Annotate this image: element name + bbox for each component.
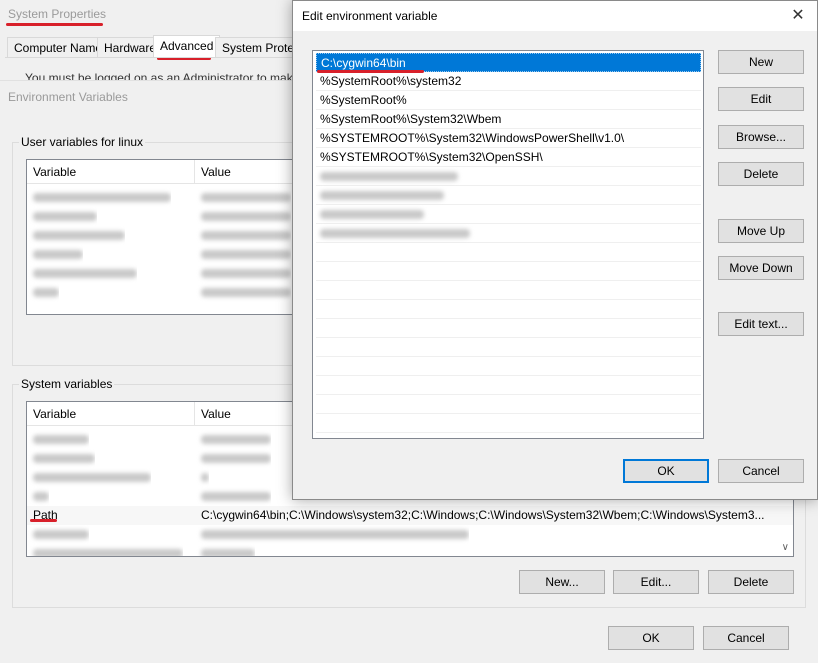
user-variables-header: Variable Value bbox=[27, 160, 293, 184]
user-column-variable[interactable]: Variable bbox=[27, 160, 195, 184]
env-ok-button[interactable]: OK bbox=[608, 626, 694, 650]
system-new-button[interactable]: New... bbox=[519, 570, 605, 594]
list-empty-row bbox=[316, 357, 701, 376]
environment-variables-title: Environment Variables bbox=[8, 90, 128, 104]
list-empty-row bbox=[316, 338, 701, 357]
list-item-redacted[interactable] bbox=[316, 205, 701, 224]
edit-environment-variable-dialog: Edit environment variable ✕ C:\cygwin64\… bbox=[292, 0, 818, 500]
table-row[interactable] bbox=[27, 264, 293, 283]
list-empty-row bbox=[316, 414, 701, 433]
list-empty-row bbox=[316, 319, 701, 338]
list-item-redacted[interactable] bbox=[316, 224, 701, 243]
annotation-underline-path bbox=[30, 519, 57, 522]
list-empty-row bbox=[316, 281, 701, 300]
path-move-down-button[interactable]: Move Down bbox=[718, 256, 804, 280]
tab-computer-name[interactable]: Computer Name bbox=[7, 37, 110, 57]
table-row[interactable] bbox=[27, 188, 293, 207]
table-row[interactable] bbox=[27, 207, 293, 226]
list-item-redacted[interactable] bbox=[316, 167, 701, 186]
table-row[interactable] bbox=[27, 283, 293, 302]
user-variables-label: User variables for linux bbox=[19, 135, 146, 149]
path-entries-list[interactable]: C:\cygwin64\bin %SystemRoot%\system32 %S… bbox=[312, 50, 704, 439]
close-icon[interactable]: ✕ bbox=[787, 5, 809, 27]
edit-dialog-titlebar: Edit environment variable ✕ bbox=[293, 1, 817, 31]
path-variable-name: Path bbox=[33, 508, 58, 522]
system-delete-button[interactable]: Delete bbox=[708, 570, 794, 594]
path-browse-button[interactable]: Browse... bbox=[718, 125, 804, 149]
system-variables-label: System variables bbox=[19, 377, 115, 391]
list-empty-row bbox=[316, 243, 701, 262]
edit-dialog-title: Edit environment variable bbox=[302, 9, 438, 23]
path-new-button[interactable]: New bbox=[718, 50, 804, 74]
list-item[interactable]: %SYSTEMROOT%\System32\WindowsPowerShell\… bbox=[316, 129, 701, 148]
list-item[interactable]: %SystemRoot% bbox=[316, 91, 701, 110]
tabstrip-divider bbox=[5, 57, 295, 58]
table-row-path[interactable]: Path C:\cygwin64\bin;C:\Windows\system32… bbox=[27, 506, 793, 525]
env-cancel-button[interactable]: Cancel bbox=[703, 626, 789, 650]
system-properties-window: System Properties Computer Name Hardware… bbox=[0, 0, 300, 85]
list-item[interactable]: %SystemRoot%\System32\Wbem bbox=[316, 110, 701, 129]
list-empty-row bbox=[316, 395, 701, 414]
system-edit-button[interactable]: Edit... bbox=[613, 570, 699, 594]
path-variable-value: C:\cygwin64\bin;C:\Windows\system32;C:\W… bbox=[201, 508, 765, 522]
chevron-down-icon[interactable]: ∨ bbox=[782, 542, 789, 553]
tab-system-protection[interactable]: System Protecti bbox=[215, 37, 295, 57]
annotation-underline-cygwin bbox=[317, 70, 424, 73]
system-column-variable[interactable]: Variable bbox=[27, 402, 195, 426]
path-edit-text-button[interactable]: Edit text... bbox=[718, 312, 804, 336]
list-empty-row bbox=[316, 376, 701, 395]
list-item[interactable]: %SYSTEMROOT%\System32\OpenSSH\ bbox=[316, 148, 701, 167]
list-item[interactable]: %SystemRoot%\system32 bbox=[316, 72, 701, 91]
path-delete-button[interactable]: Delete bbox=[718, 162, 804, 186]
tab-advanced[interactable]: Advanced bbox=[153, 35, 221, 58]
edit-dialog-cancel-button[interactable]: Cancel bbox=[718, 459, 804, 483]
table-row[interactable] bbox=[27, 226, 293, 245]
table-row[interactable] bbox=[27, 544, 793, 556]
table-row[interactable] bbox=[27, 245, 293, 264]
user-variables-list[interactable]: Variable Value bbox=[26, 159, 294, 315]
table-row[interactable] bbox=[27, 525, 793, 544]
path-edit-button[interactable]: Edit bbox=[718, 87, 804, 111]
list-empty-row bbox=[316, 262, 701, 281]
system-properties-title: System Properties bbox=[8, 7, 107, 21]
annotation-underline-title bbox=[6, 23, 103, 26]
list-empty-row bbox=[316, 300, 701, 319]
list-item-redacted[interactable] bbox=[316, 186, 701, 205]
edit-dialog-ok-button[interactable]: OK bbox=[623, 459, 709, 483]
path-move-up-button[interactable]: Move Up bbox=[718, 219, 804, 243]
user-column-value[interactable]: Value bbox=[195, 160, 293, 184]
